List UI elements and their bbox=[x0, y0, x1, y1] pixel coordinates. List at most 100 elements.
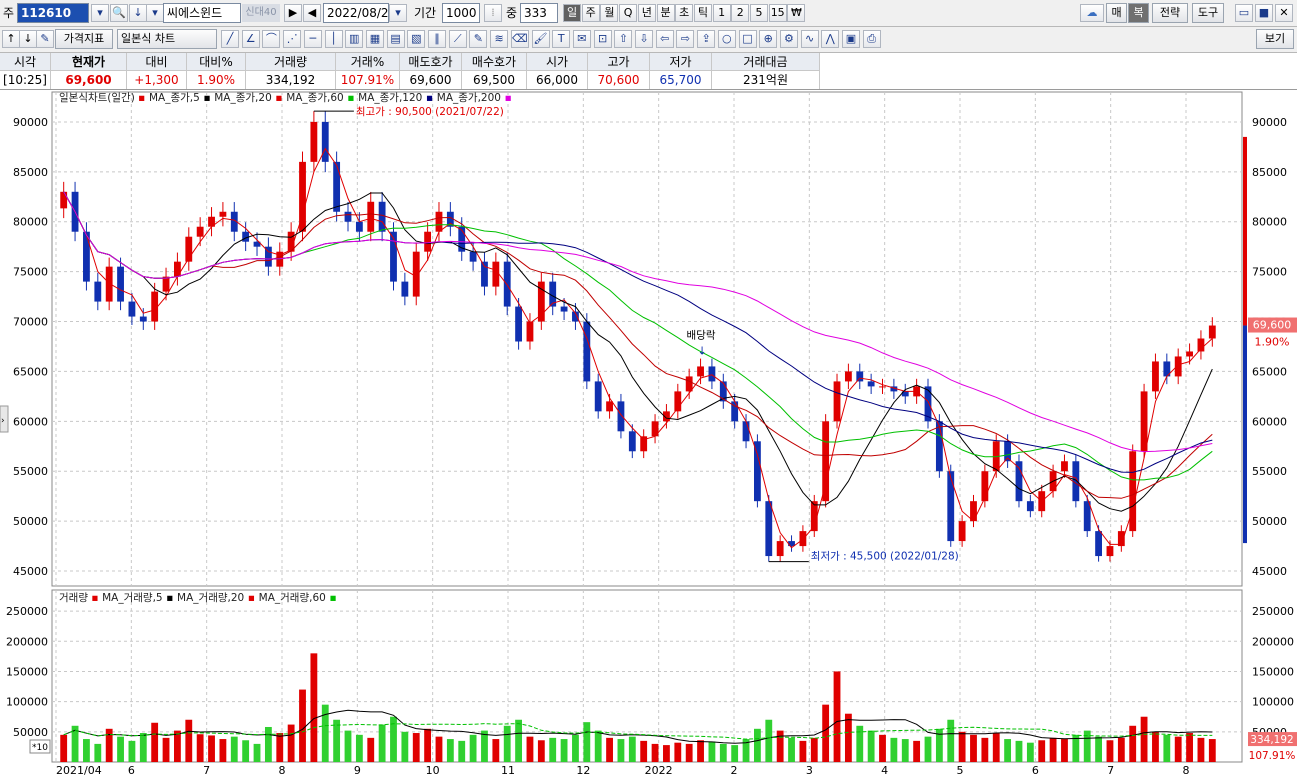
period-button-12[interactable]: ₩ bbox=[787, 4, 806, 22]
note-icon[interactable]: ✉ bbox=[572, 30, 591, 48]
down-arrow-icon[interactable]: ↓ bbox=[19, 30, 37, 48]
period-button-6[interactable]: 초 bbox=[675, 4, 694, 22]
candle-body bbox=[708, 366, 716, 382]
folder-icon[interactable]: ▭ bbox=[1235, 4, 1253, 22]
x-tick-label: 3 bbox=[806, 764, 813, 776]
arc-icon[interactable]: ⌒ bbox=[262, 30, 281, 48]
angle-icon[interactable]: ∠ bbox=[241, 30, 260, 48]
vline-icon[interactable]: │ bbox=[324, 30, 343, 48]
candle-body bbox=[219, 211, 227, 217]
next-arrow-icon[interactable]: ▶ bbox=[284, 4, 302, 22]
right-button-2[interactable]: 전략 bbox=[1152, 3, 1188, 23]
edit-icon[interactable]: ✎ bbox=[36, 30, 54, 48]
x-tick-label: 4 bbox=[881, 764, 888, 776]
low-annotation: 최저가 : 45,500 (2022/01/28) bbox=[811, 551, 959, 563]
grid2-icon[interactable]: ▦ bbox=[365, 30, 384, 48]
up-icon[interactable]: ⇧ bbox=[614, 30, 633, 48]
wave1-icon[interactable]: ∿ bbox=[800, 30, 819, 48]
settings-icon[interactable]: ⚙ bbox=[779, 30, 798, 48]
view-button[interactable]: 보기 bbox=[1256, 29, 1294, 49]
right-icon[interactable]: ⇨ bbox=[676, 30, 695, 48]
cloud-icon[interactable]: ☁ bbox=[1080, 4, 1104, 22]
period-button-9[interactable]: 2 bbox=[731, 4, 750, 22]
period-button-11[interactable]: 15 bbox=[768, 4, 787, 22]
right-button-1[interactable]: 복 bbox=[1128, 3, 1149, 23]
period-button-10[interactable]: 5 bbox=[750, 4, 768, 22]
sort-icon[interactable]: ↓ bbox=[129, 4, 147, 22]
search-icon[interactable]: 🔍 bbox=[110, 4, 128, 22]
date-input[interactable]: 2022/08/29 bbox=[323, 3, 389, 23]
price-tick-left: 90000 bbox=[13, 116, 48, 129]
period-button-5[interactable]: 분 bbox=[656, 4, 675, 22]
printer-icon[interactable]: ⎙ bbox=[862, 30, 881, 48]
down-icon[interactable]: ⇩ bbox=[635, 30, 653, 48]
chart-type-select[interactable]: 일본식 차트 bbox=[117, 29, 217, 49]
prev-arrow-icon[interactable]: ◀ bbox=[303, 4, 321, 22]
quote-value-5: 107.91% bbox=[336, 71, 400, 89]
period-button-8[interactable]: 1 bbox=[712, 4, 731, 22]
square-icon[interactable]: □ bbox=[738, 30, 757, 48]
candle-body bbox=[879, 386, 886, 388]
code-dropdown-icon[interactable]: ▾ bbox=[91, 4, 109, 22]
magnify-icon[interactable]: ⊕ bbox=[759, 30, 778, 48]
left-icon[interactable]: ⇦ bbox=[655, 30, 674, 48]
trend-icon[interactable]: ⟋ bbox=[448, 30, 467, 48]
indicator-button[interactable]: 가격지표 bbox=[55, 29, 113, 49]
candle-body bbox=[867, 381, 875, 387]
list-dropdown-icon[interactable]: ▾ bbox=[146, 4, 164, 22]
period-button-1[interactable]: 주 bbox=[581, 4, 600, 22]
ruler-icon[interactable]: ⊡ bbox=[593, 30, 612, 48]
period-button-0[interactable]: 일 bbox=[563, 4, 581, 22]
volume-bar bbox=[1015, 740, 1023, 762]
stock-name-field[interactable]: 씨에스윈드 bbox=[163, 3, 241, 23]
candle-body bbox=[560, 306, 568, 312]
price-tick-left: 65000 bbox=[13, 365, 48, 378]
grid3-icon[interactable]: ▤ bbox=[386, 30, 405, 48]
hline-icon[interactable]: ─ bbox=[303, 30, 322, 48]
candle-body bbox=[378, 201, 386, 232]
period-button-3[interactable]: Q bbox=[619, 4, 638, 22]
volume-bar bbox=[1163, 734, 1171, 762]
up-arrow-icon[interactable]: ↑ bbox=[2, 30, 20, 48]
circle-icon[interactable]: ○ bbox=[717, 30, 736, 48]
line-icon[interactable]: ╱ bbox=[221, 30, 239, 48]
candle-body bbox=[856, 371, 864, 382]
x-tick-label: 5 bbox=[957, 764, 964, 776]
right-button-3[interactable]: 도구 bbox=[1192, 3, 1224, 23]
stock-chart[interactable]: 90000 9000085000 8500080000 8000075000 75000… bbox=[0, 90, 1297, 776]
calendar-dropdown-icon[interactable]: ▾ bbox=[389, 4, 407, 22]
eraser-icon[interactable]: ⌫ bbox=[510, 30, 529, 48]
export-icon[interactable]: ⇪ bbox=[697, 30, 716, 48]
scale-tag: *10 bbox=[32, 743, 48, 753]
volume-bar bbox=[162, 737, 170, 762]
volume-bar bbox=[412, 733, 420, 762]
text-icon[interactable]: T bbox=[552, 30, 571, 48]
brush-icon[interactable]: 🖌 bbox=[531, 30, 550, 48]
stock-code-input[interactable]: 112610 bbox=[17, 3, 89, 23]
volume-bar bbox=[867, 730, 875, 762]
volume-tick-left: 50000 bbox=[13, 726, 48, 739]
right-button-0[interactable]: 매 bbox=[1106, 3, 1127, 23]
candle-body bbox=[515, 306, 522, 342]
wave2-icon[interactable]: ⋀ bbox=[821, 30, 840, 48]
middle-input[interactable]: 333 bbox=[520, 3, 558, 23]
save-icon[interactable]: ■ bbox=[1255, 4, 1273, 22]
volume-bar bbox=[1208, 739, 1216, 762]
period-button-2[interactable]: 월 bbox=[600, 4, 619, 22]
period-button-7[interactable]: 틱 bbox=[693, 4, 712, 22]
calc-icon[interactable]: ▣ bbox=[842, 30, 860, 48]
volume-bar bbox=[810, 737, 818, 762]
pencil-icon[interactable]: ✎ bbox=[469, 30, 488, 48]
channel-icon[interactable]: ∥ bbox=[428, 30, 446, 48]
grid4-icon[interactable]: ▧ bbox=[407, 30, 426, 48]
expand-arrow-icon[interactable]: › bbox=[1, 416, 5, 426]
volume-bar bbox=[856, 725, 864, 762]
period-input[interactable]: 1000 bbox=[442, 3, 480, 23]
close-icon[interactable]: ✕ bbox=[1275, 4, 1293, 22]
period-button-4[interactable]: 년 bbox=[637, 4, 656, 22]
price-tick-left: 45000 bbox=[13, 565, 48, 578]
grid-icon[interactable]: ⁞ bbox=[484, 4, 502, 22]
grid1-icon[interactable]: ▥ bbox=[345, 30, 364, 48]
fib-icon[interactable]: ≋ bbox=[490, 30, 509, 48]
fan-icon[interactable]: ⋰ bbox=[283, 30, 302, 48]
